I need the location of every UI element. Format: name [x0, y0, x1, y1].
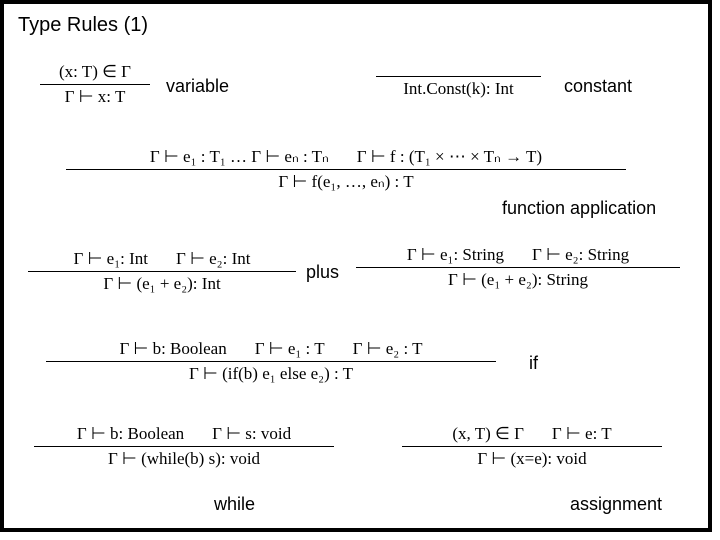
label-function-application: function application	[502, 198, 656, 219]
label-assignment: assignment	[570, 494, 662, 515]
rule-while: Γ ⊢ b: BooleanΓ ⊢ s: void Γ ⊢ (while(b) …	[34, 424, 334, 468]
rule-plus-int: Γ ⊢ e₁: IntΓ ⊢ e₂: Int Γ ⊢ (e₁ + e₂): In…	[28, 249, 296, 293]
rule-constant: Int.Const(k): Int	[376, 70, 541, 99]
label-if: if	[529, 353, 538, 374]
rule-function-application: Γ ⊢ e₁ : T₁ … Γ ⊢ eₙ : TₙΓ ⊢ f : (T₁ × ⋯…	[66, 147, 626, 191]
slide-frame: Type Rules (1) (x: T) ∈ Γ Γ ⊢ x: T varia…	[0, 0, 712, 532]
rule-variable: (x: T) ∈ Γ Γ ⊢ x: T	[40, 62, 150, 106]
rule-if: Γ ⊢ b: BooleanΓ ⊢ e₁ : TΓ ⊢ e₂ : T Γ ⊢ (…	[46, 339, 496, 383]
rule-plus-string: Γ ⊢ e₁: StringΓ ⊢ e₂: String Γ ⊢ (e₁ + e…	[356, 245, 680, 289]
label-variable: variable	[166, 76, 229, 97]
label-plus: plus	[306, 262, 339, 283]
rule-assignment: (x, T) ∈ ΓΓ ⊢ e: T Γ ⊢ (x=e): void	[402, 424, 662, 468]
page-title: Type Rules (1)	[18, 14, 694, 37]
label-constant: constant	[564, 76, 632, 97]
label-while: while	[214, 494, 255, 515]
